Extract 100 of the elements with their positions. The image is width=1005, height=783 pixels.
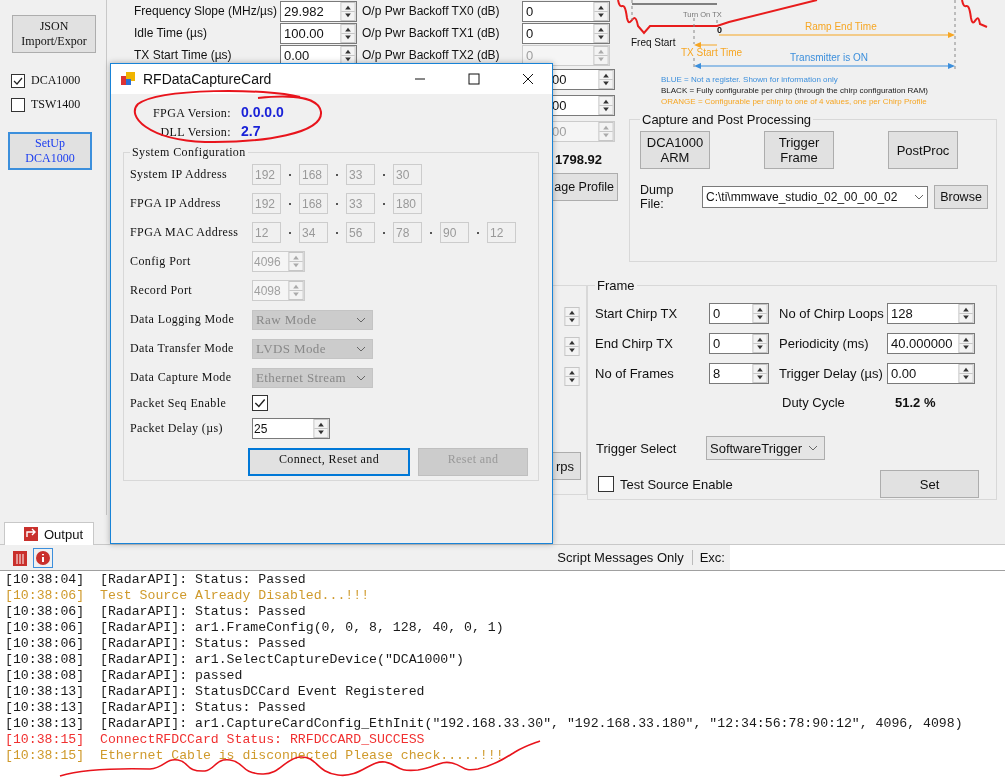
checkbox[interactable] [11, 73, 25, 88]
field-label: FPGA MAC Address [130, 225, 240, 240]
checkbox-label: DCA1000 [31, 73, 81, 88]
diagram-label: Transmitter is ON [790, 52, 868, 63]
script-messages-filter[interactable]: Script Messages Only [557, 550, 693, 565]
group-title: Capture and Post Processing [641, 112, 813, 127]
field-label: Start Chirp TX [595, 306, 679, 321]
log-message: [RadarAPI]: Status: Passed [100, 604, 306, 620]
spinner-buttons[interactable] [958, 334, 974, 353]
json-import-export-button[interactable]: JSON Import/Expor [12, 15, 96, 53]
spinner-buttons[interactable] [958, 364, 974, 383]
field-label: O/p Pwr Backoff TX2 (dB) [361, 48, 501, 62]
checkbox[interactable] [598, 476, 614, 492]
dump-file-dropdown[interactable]: C:\ti\mmwave_studio_02_00_00_02 [702, 186, 928, 208]
capture-button[interactable]: PostProc [888, 131, 958, 169]
number-field[interactable]: 0 [522, 22, 610, 44]
field-label: O/p Pwr Backoff TX1 (dB) [361, 26, 501, 40]
number-field[interactable]: 8 [709, 363, 769, 384]
chevron-down-icon [356, 316, 366, 323]
dialog-button[interactable]: Connect, Reset and [248, 448, 410, 476]
browse-button[interactable]: Browse [934, 185, 988, 209]
spinner-buttons[interactable] [598, 69, 614, 89]
log-timestamp: [10:38:06] [5, 636, 86, 652]
log-timestamp: [10:38:13] [5, 700, 86, 716]
log-message: Ethernet Cable is disconnected Please check.....!!! [100, 748, 504, 764]
field-label: Data Capture Mode [130, 370, 233, 385]
log-timestamp: [10:38:15] [5, 748, 86, 764]
log-timestamp: [10:38:08] [5, 652, 86, 668]
version-label: FPGA Version: [152, 106, 231, 121]
spinner-buttons[interactable] [564, 337, 580, 356]
spinner-buttons[interactable] [593, 1, 609, 21]
field-label: TX Start Time (µs) [134, 48, 233, 62]
log-timestamp: [10:38:13] [5, 716, 86, 732]
capture-button[interactable]: Trigger Frame [764, 131, 834, 169]
trigger-dropdown[interactable]: SoftwareTrigger [706, 436, 825, 460]
spinner-buttons[interactable] [564, 367, 580, 386]
log-timestamp: [10:38:04] [5, 572, 86, 588]
spinner-buttons[interactable] [593, 23, 609, 43]
log-message: [RadarAPI]: Status: Passed [100, 700, 306, 716]
chevron-down-icon [356, 374, 366, 381]
spinner-buttons[interactable] [564, 307, 580, 326]
spinner-buttons[interactable] [752, 304, 768, 323]
spinner-buttons[interactable] [958, 304, 974, 323]
close-icon[interactable] [522, 73, 534, 85]
log-message: Test Source Already Disabled...!!! [100, 588, 370, 604]
input-field[interactable] [730, 545, 1005, 570]
field-label: Data Logging Mode [130, 312, 236, 327]
field-label: Frequency Slope (MHz/µs) [134, 4, 278, 18]
capture-button[interactable]: DCA1000 ARM [640, 131, 710, 169]
chevron-down-icon [356, 345, 366, 352]
field-label: Config Port [130, 254, 192, 269]
log-timestamp: [10:38:06] [5, 604, 86, 620]
field-label: Duty Cycle [781, 395, 846, 410]
diagram-label: 0 [717, 25, 722, 35]
group-title: Frame [596, 278, 636, 293]
number-field[interactable]: 100.00 [280, 22, 357, 44]
field-label: Packet Delay (µs) [130, 421, 224, 436]
log-timestamp: [10:38:08] [5, 668, 86, 684]
legend-text: ORANGE = Configurable per chirp to one of 4 values, one per Chirp Profile [661, 97, 927, 106]
number-field[interactable]: 0 [522, 0, 610, 22]
setup-button[interactable]: SetUp DCA1000 [8, 132, 92, 170]
checkbox[interactable] [11, 97, 25, 112]
number-field[interactable]: 0.00 [887, 363, 975, 384]
field-label: O/p Pwr Backoff TX0 (dB) [361, 4, 501, 18]
version-label: DLL Version: [159, 125, 231, 140]
checkbox-label: TSW1400 [31, 97, 81, 112]
number-field[interactable]: 0 [709, 303, 769, 324]
spinner-buttons[interactable] [313, 419, 329, 438]
log-message: [RadarAPI]: ar1.SelectCaptureDevice("DCA1000") [100, 652, 465, 668]
number-field[interactable]: 0 [709, 333, 769, 354]
log-message: [RadarAPI]: ar1.FrameConfig(0, 0, 8, 128, 40, 0, 1) [100, 620, 504, 636]
number-field[interactable]: 25 [252, 418, 330, 439]
number-field[interactable]: 40.000000 [887, 333, 975, 354]
window-title: RFDataCaptureCard [143, 71, 272, 87]
field-label: System IP Address [130, 167, 229, 182]
spinner-buttons[interactable] [752, 364, 768, 383]
log-timestamp: [10:38:15] [5, 732, 86, 748]
log-timestamp: [10:38:13] [5, 684, 86, 700]
field-label: Trigger Select [595, 440, 678, 456]
spinner-buttons[interactable] [340, 1, 356, 21]
spinner-buttons[interactable] [752, 334, 768, 353]
output-tab[interactable]: Output [4, 522, 95, 545]
chevron-down-icon [808, 445, 818, 451]
field-label: Trigger Delay (µs) [779, 366, 884, 381]
export-icon [23, 526, 39, 542]
field-label: Idle Time (µs) [134, 26, 208, 40]
number-field[interactable]: 128 [887, 303, 975, 324]
maximize-icon[interactable] [468, 73, 480, 85]
number-field[interactable]: 29.982 [280, 0, 357, 22]
checkbox[interactable] [252, 395, 268, 411]
legend-text: BLUE = Not a register. Shown for information only [661, 75, 838, 84]
trash-icon[interactable] [12, 548, 28, 567]
version-value: 0.0.0.0 [241, 104, 285, 120]
log-timestamp: [10:38:06] [5, 588, 86, 604]
set-button[interactable]: Set [880, 470, 979, 498]
spinner-buttons[interactable] [340, 23, 356, 43]
field-label: Data Transfer Mode [130, 341, 235, 356]
version-value: 2.7 [241, 123, 262, 139]
info-button[interactable] [33, 547, 53, 568]
spinner-buttons[interactable] [598, 95, 614, 115]
